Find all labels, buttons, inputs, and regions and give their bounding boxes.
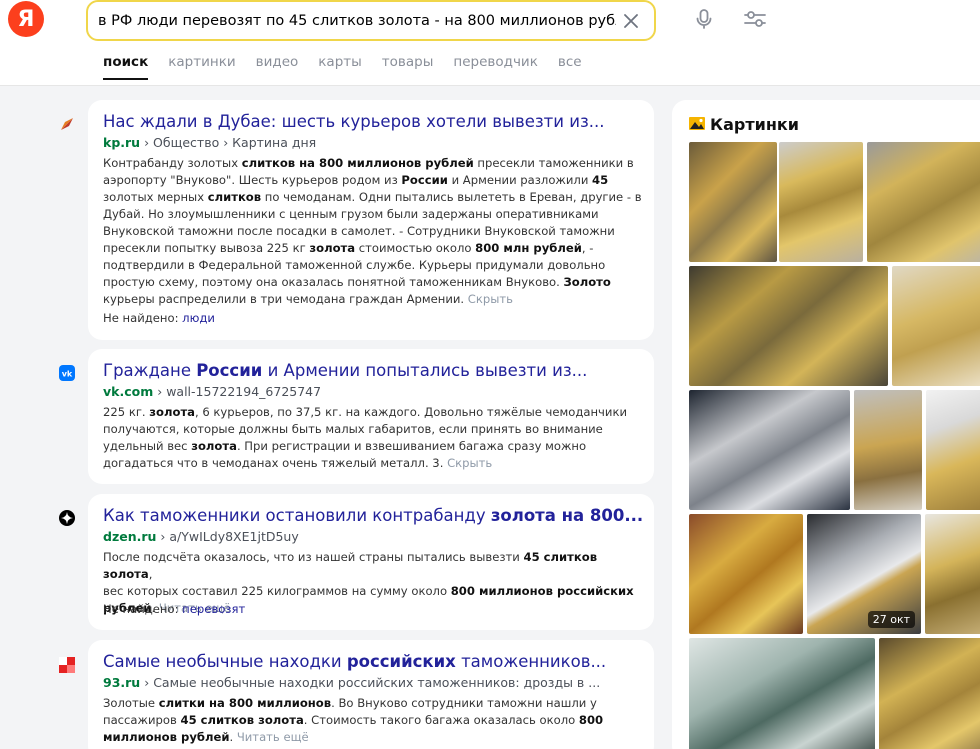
expand-link[interactable]: Скрыть	[468, 292, 513, 306]
result-url[interactable]: kp.ru › Общество › Картина дня	[103, 135, 316, 150]
snippet-line: Внуковской таможни после посадки в самол…	[103, 224, 615, 238]
snippet-line: Золотые слитки на 800 миллионов. Во Внук…	[103, 696, 597, 710]
result-path[interactable]: Общество › Картина дня	[153, 135, 316, 150]
filters-icon[interactable]	[742, 7, 768, 31]
date-badge: 27 окт	[867, 611, 915, 628]
image-thumbnail[interactable]	[926, 390, 980, 510]
tab-all[interactable]: все	[558, 54, 582, 80]
result-domain[interactable]: 93.ru	[103, 675, 140, 690]
result-domain[interactable]: kp.ru	[103, 135, 140, 150]
result-url[interactable]: dzen.ru › a/YwILdy8XE1jtD5uy	[103, 529, 299, 544]
image-thumbnail[interactable]	[867, 142, 980, 262]
result-path[interactable]: Самые необычные находки российских тамож…	[153, 675, 600, 690]
images-panel-title[interactable]: Картинки	[710, 115, 799, 134]
snippet-line: миллионов рублей. Читать ещё	[103, 730, 309, 744]
snippet-line: подтвердили в Федеральной таможенной слу…	[103, 258, 606, 272]
not-found-word[interactable]: люди	[182, 311, 215, 325]
snippet-line: аэропорту "Внуково". Шесть курьеров родо…	[103, 173, 609, 187]
result-title-link[interactable]: Граждане России и Армении попытались выв…	[103, 361, 643, 380]
snippet-line: 225 кг. золота, 6 курьеров, по 37,5 кг. …	[103, 405, 627, 419]
result-snippet: Контрабанду золотых слитков на 800 милли…	[103, 155, 643, 308]
tab-maps[interactable]: карты	[318, 54, 362, 80]
yandex-logo[interactable]: Я	[8, 1, 44, 37]
expand-link[interactable]: Читать ещё	[237, 730, 309, 744]
snippet-line: Дубай. Но злоумышленники с ценным грузом…	[103, 207, 599, 221]
snippet-line: пассажиров 45 слитков золота. Стоимость …	[103, 713, 604, 727]
search-result-card: Нас ждали в Дубае: шесть курьеров хотели…	[88, 100, 654, 340]
snippet-line: получаются, которые должны быть малых га…	[103, 422, 603, 436]
image-thumbnail[interactable]	[925, 514, 980, 634]
snippet-line: догадаться что в чемоданах очень тяжелый…	[103, 456, 493, 470]
snippet-line: удельный вес золота. При регистрации и в…	[103, 439, 587, 453]
search-box[interactable]	[86, 0, 656, 41]
tab-products[interactable]: товары	[382, 54, 434, 80]
not-found-note: Не найдено: перевозят	[103, 602, 246, 616]
search-tabs: поиск картинки видео карты товары перево…	[103, 54, 602, 80]
result-title-link[interactable]: Самые необычные находки российских тамож…	[103, 652, 643, 671]
search-input[interactable]	[98, 9, 616, 33]
result-snippet: 225 кг. золота, 6 курьеров, по 37,5 кг. …	[103, 404, 643, 472]
vk-favicon-icon: vk	[59, 365, 75, 381]
search-result-card: Граждане России и Армении попытались выв…	[88, 349, 654, 484]
image-thumbnail[interactable]	[689, 142, 777, 262]
header: Я поиск картинки видео карты товары пере…	[0, 0, 980, 86]
tab-search[interactable]: поиск	[103, 54, 149, 80]
tab-translator[interactable]: переводчик	[453, 54, 537, 80]
microphone-icon[interactable]	[692, 7, 716, 31]
images-panel: Картинки 27 окт	[672, 100, 980, 749]
kp-favicon-icon	[61, 118, 73, 130]
snippet-line: простую схему, поэтому она оказалась пон…	[103, 275, 611, 289]
result-snippet: Золотые слитки на 800 миллионов. Во Внук…	[103, 695, 643, 746]
snippet-line: золотых мерных слитков по чемоданам. Одн…	[103, 190, 642, 204]
image-thumbnail[interactable]	[879, 638, 980, 749]
result-title-link[interactable]: Как таможенники остановили контрабанду з…	[103, 506, 643, 525]
not-found-word[interactable]: перевозят	[182, 602, 245, 616]
image-thumbnail[interactable]: 27 окт	[807, 514, 921, 634]
not-found-note: Не найдено: люди	[103, 311, 215, 325]
snippet-line: курьеры распределили в три чемодана граж…	[103, 292, 513, 306]
result-title-link[interactable]: Нас ждали в Дубае: шесть курьеров хотели…	[103, 112, 643, 131]
image-icon	[689, 117, 705, 130]
result-path[interactable]: a/YwILdy8XE1jtD5uy	[169, 529, 298, 544]
image-thumbnail[interactable]	[689, 390, 850, 510]
result-url[interactable]: 93.ru › Самые необычные находки российск…	[103, 675, 600, 690]
tab-video[interactable]: видео	[256, 54, 299, 80]
image-thumbnail[interactable]	[689, 514, 803, 634]
result-domain[interactable]: vk.com	[103, 384, 153, 399]
snippet-line: Контрабанду золотых слитков на 800 милли…	[103, 156, 634, 170]
close-icon[interactable]	[620, 10, 642, 32]
result-path[interactable]: wall-15722194_6725747	[166, 384, 321, 399]
image-thumbnail[interactable]	[689, 266, 888, 386]
image-thumbnail[interactable]	[779, 142, 863, 262]
93ru-favicon-icon	[59, 657, 75, 673]
snippet-line: пресекли попытку вывоза 225 кг золота ст…	[103, 241, 594, 255]
image-thumbnail[interactable]	[892, 266, 980, 386]
result-url[interactable]: vk.com › wall-15722194_6725747	[103, 384, 321, 399]
dzen-favicon-icon	[59, 510, 75, 526]
search-result-card: Самые необычные находки российских тамож…	[88, 640, 654, 749]
image-thumbnail[interactable]	[689, 638, 875, 749]
snippet-line: вес которых составил 225 килограммов на …	[103, 584, 634, 598]
tab-images[interactable]: картинки	[168, 54, 235, 80]
svg-text:vk: vk	[62, 370, 73, 379]
expand-link[interactable]: Скрыть	[447, 456, 492, 470]
image-thumbnail[interactable]	[854, 390, 922, 510]
snippet-line: После подсчёта оказалось, что из нашей с…	[103, 550, 598, 581]
result-domain[interactable]: dzen.ru	[103, 529, 156, 544]
search-result-card: Как таможенники остановили контрабанду з…	[88, 494, 654, 630]
